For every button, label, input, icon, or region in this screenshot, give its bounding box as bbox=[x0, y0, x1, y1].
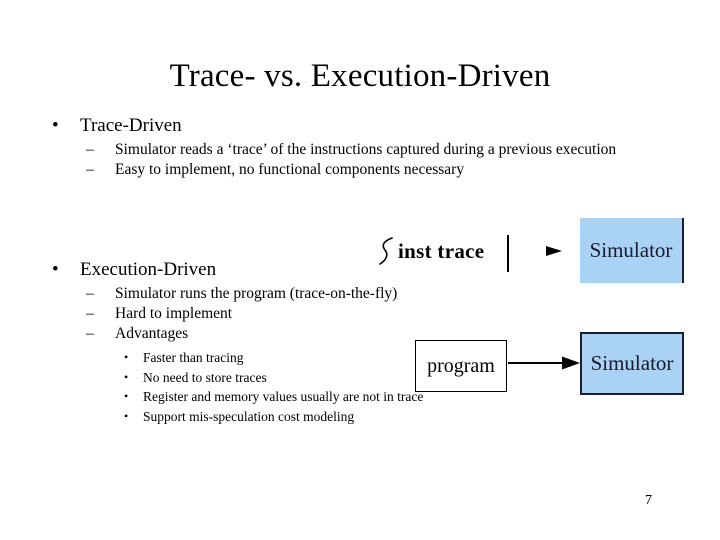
bullet-marker-icon: • bbox=[124, 389, 129, 403]
bullet-trace-driven: • Trace-Driven bbox=[0, 112, 720, 139]
advantage-item-1: • Faster than tracing bbox=[0, 348, 720, 368]
sub-bullet-exec-1-label: Simulator runs the program (trace-on-the… bbox=[115, 285, 398, 302]
sub-bullet-exec-1: – Simulator runs the program (trace-on-t… bbox=[0, 284, 675, 304]
dash-marker-icon: – bbox=[86, 305, 94, 322]
advantage-item-2-label: No need to store traces bbox=[143, 369, 267, 385]
sub-bullet-trace-1: – Simulator reads a ‘trace’ of the instr… bbox=[0, 140, 675, 160]
bullet-marker-icon: • bbox=[52, 115, 59, 136]
page-title: Trace- vs. Execution-Driven bbox=[169, 58, 551, 94]
dash-marker-icon: – bbox=[86, 325, 94, 342]
advantage-item-2: • No need to store traces bbox=[0, 368, 720, 388]
advantage-item-4-label: Support mis-speculation cost modeling bbox=[143, 408, 355, 424]
dash-marker-icon: – bbox=[86, 161, 94, 178]
bullet-execution-driven: • Execution-Driven bbox=[0, 256, 720, 283]
bullet-marker-icon: • bbox=[52, 259, 59, 280]
page-number: 7 bbox=[645, 493, 652, 508]
sub-bullet-trace-2: – Easy to implement, no functional compo… bbox=[0, 160, 675, 180]
advantage-item-3-label: Register and memory values usually are n… bbox=[143, 389, 424, 404]
slide-canvas: Trace- vs. Execution-Driven • Trace-Driv… bbox=[0, 0, 720, 540]
advantage-item-1-label: Faster than tracing bbox=[143, 350, 244, 365]
bullet-marker-icon: • bbox=[124, 350, 129, 364]
slide-body: • Trace-Driven – Simulator reads a ‘trac… bbox=[0, 112, 720, 426]
sub-bullet-exec-3: – Advantages bbox=[0, 324, 675, 344]
sub-bullet-trace-2-label: Easy to implement, no functional compone… bbox=[115, 161, 465, 178]
bullet-trace-driven-label: Trace-Driven bbox=[80, 115, 182, 136]
advantage-item-4: • Support mis-speculation cost modeling bbox=[0, 407, 720, 427]
dash-marker-icon: – bbox=[86, 285, 94, 302]
sub-bullet-trace-1-label: Simulator reads a ‘trace’ of the instruc… bbox=[115, 141, 617, 158]
bullet-marker-icon: • bbox=[124, 408, 129, 423]
dash-marker-icon: – bbox=[86, 141, 94, 158]
sub-bullet-exec-2: – Hard to implement bbox=[0, 304, 675, 324]
bullet-execution-driven-label: Execution-Driven bbox=[80, 259, 217, 280]
sub-bullet-exec-2-label: Hard to implement bbox=[115, 305, 233, 322]
advantage-item-3: • Register and memory values usually are… bbox=[0, 387, 720, 407]
sub-bullet-exec-3-label: Advantages bbox=[115, 325, 189, 342]
bullet-marker-icon: • bbox=[124, 369, 129, 384]
